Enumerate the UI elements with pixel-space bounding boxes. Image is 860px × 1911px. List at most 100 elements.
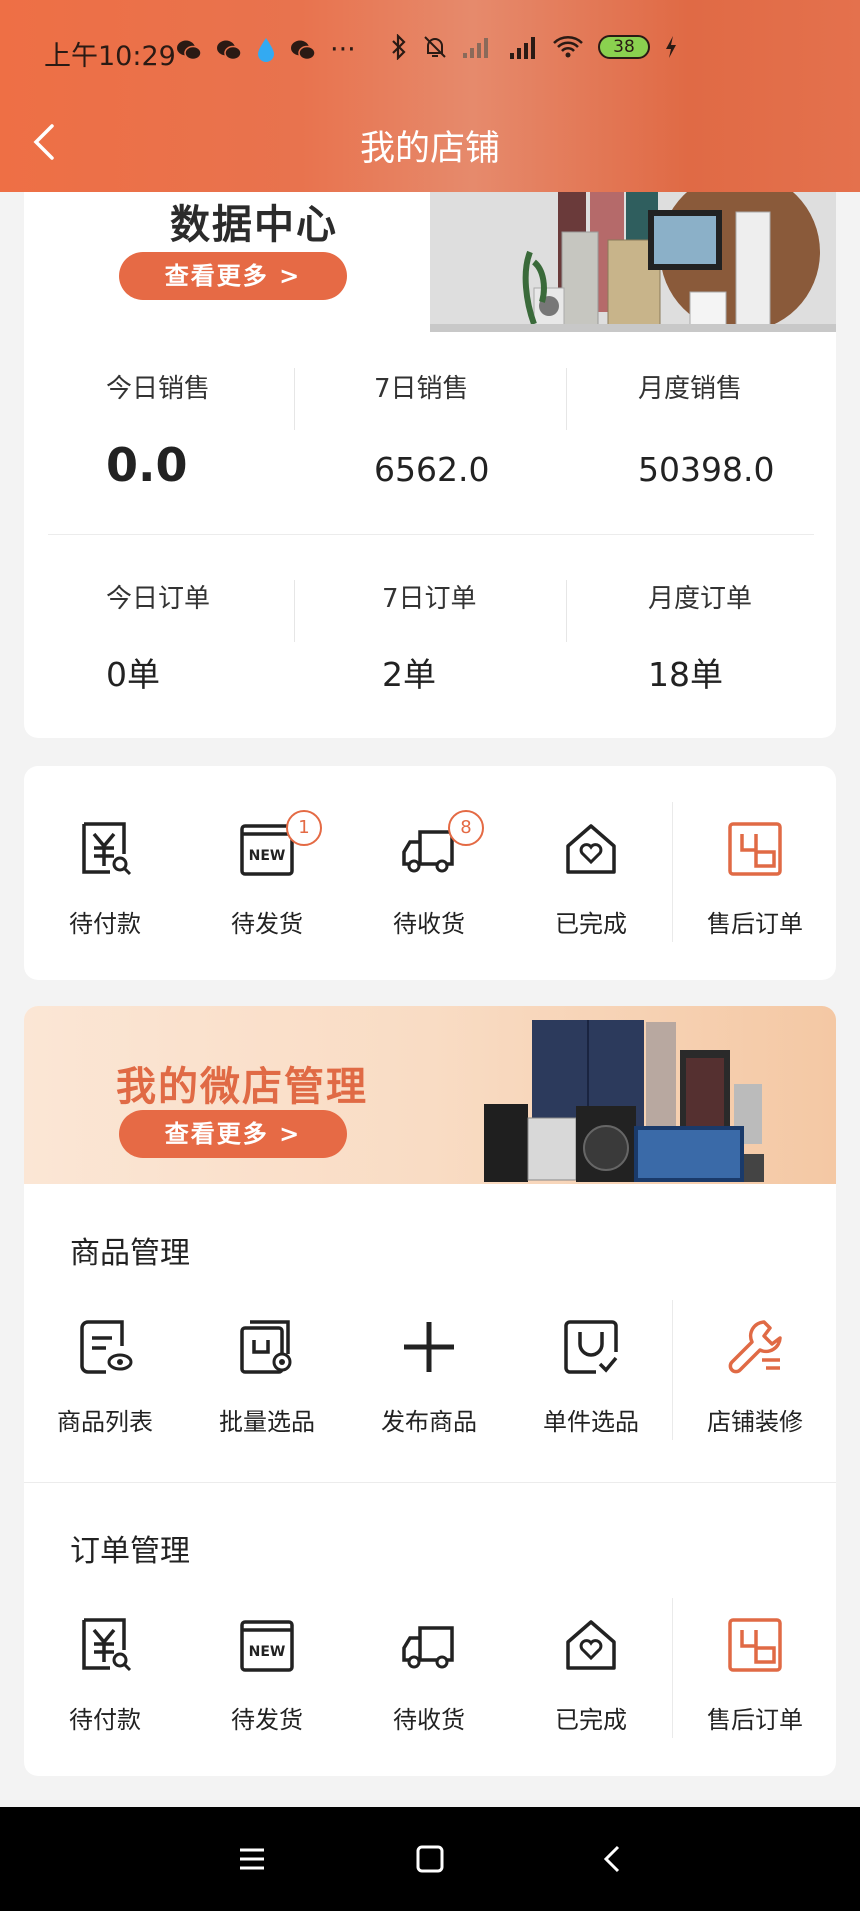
month-sales-value: 50398.0 (638, 450, 775, 489)
appliances-banner-image (430, 192, 836, 332)
batch-select-entry[interactable]: 批量选品 (186, 1318, 348, 1458)
signal-weak-icon (463, 38, 488, 58)
battery-icon: 38 (598, 35, 650, 59)
mute-bell-icon (424, 36, 446, 58)
single-select-icon (564, 1320, 618, 1374)
publish-product-entry[interactable]: 发布商品 (348, 1318, 510, 1458)
order-management-title: 订单管理 (70, 1534, 190, 1569)
mgmt-pending-shipment-label: 待发货 (231, 1706, 303, 1734)
signal-hd-icon (510, 37, 535, 59)
qq-drop-icon (258, 37, 274, 62)
truck-icon (402, 1626, 454, 1669)
pending-receipt-entry[interactable]: 8 待收货 (348, 810, 510, 960)
store-decoration-label: 店铺装修 (707, 1408, 803, 1436)
pending-payment-entry[interactable]: 待付款 (24, 820, 186, 960)
notification-icons: ··· (176, 34, 356, 65)
data-center-more-button[interactable]: 查看更多 > (119, 252, 347, 300)
week-sales-value: 6562.0 (374, 450, 490, 489)
product-list-label: 商品列表 (57, 1408, 153, 1436)
stats-card: 数据中心 查看更多 > 今日销售 7日销售 月度销售 0.0 6562.0 50… (24, 192, 836, 738)
home-icon[interactable] (414, 1843, 446, 1875)
product-list-icon (80, 1320, 133, 1374)
wechat-icon (217, 40, 242, 60)
svg-text:NEW: NEW (249, 1644, 286, 1660)
pending-receipt-badge: 8 (448, 810, 484, 846)
after-sale-icon (728, 822, 782, 876)
after-sale-icon (728, 1618, 782, 1672)
svg-text:NEW: NEW (249, 848, 286, 864)
house-heart-icon (566, 824, 616, 874)
store-management-more-button[interactable]: 查看更多 > (119, 1110, 347, 1158)
month-orders-label: 月度订单 (648, 584, 753, 614)
today-sales-label: 今日销售 (106, 374, 211, 404)
yuan-search-icon (82, 1618, 132, 1672)
mgmt-pending-receipt-entry[interactable]: 待收货 (348, 1616, 510, 1756)
today-sales-value: 0.0 (106, 438, 188, 492)
bluetooth-icon (392, 34, 406, 60)
completed-entry[interactable]: 已完成 (510, 820, 672, 960)
menu-icon[interactable] (236, 1843, 268, 1875)
pending-payment-label: 待付款 (69, 910, 141, 938)
system-status-icons: 38 (390, 34, 678, 60)
charging-icon (666, 36, 676, 58)
plus-icon (404, 1322, 454, 1372)
order-status-card: 待付款 NEW 1 待发货 8 待收货 已完成 售后订单 (24, 766, 836, 980)
more-notifications-icon: ··· (330, 34, 356, 65)
completed-label: 已完成 (555, 910, 627, 938)
week-orders-value: 2单 (382, 655, 436, 694)
wechat-icon (291, 40, 316, 60)
store-decoration-entry[interactable]: 店铺装修 (674, 1318, 836, 1458)
house-heart-icon (566, 1620, 616, 1670)
pending-receipt-label: 待收货 (393, 910, 465, 938)
app-header: 上午10:29 ··· 38 我的店铺 (0, 0, 860, 192)
week-sales-label: 7日销售 (374, 374, 469, 404)
wifi-icon (553, 36, 583, 58)
week-orders-label: 7日订单 (382, 584, 477, 614)
today-orders-label: 今日订单 (106, 584, 211, 614)
publish-product-label: 发布商品 (381, 1408, 477, 1436)
mgmt-pending-shipment-entry[interactable]: NEW 待发货 (186, 1616, 348, 1756)
product-management-title: 商品管理 (70, 1236, 190, 1271)
status-time: 上午10:29 (44, 41, 176, 72)
pending-shipment-label: 待发货 (231, 910, 303, 938)
single-select-label: 单件选品 (543, 1408, 639, 1436)
new-box-icon: NEW (240, 1620, 294, 1672)
divider (672, 1300, 673, 1440)
divider (24, 1482, 836, 1483)
pending-shipment-entry[interactable]: NEW 1 待发货 (186, 810, 348, 960)
after-sale-label: 售后订单 (707, 910, 803, 938)
data-center-title: 数据中心 (170, 202, 338, 248)
page-title: 我的店铺 (359, 129, 500, 169)
product-list-entry[interactable]: 商品列表 (24, 1318, 186, 1458)
month-orders-value: 18单 (648, 655, 723, 694)
after-sale-entry[interactable]: 售后订单 (674, 820, 836, 960)
divider (294, 580, 295, 642)
divider (566, 580, 567, 642)
store-management-card: 我的微店管理 查看更多 > 商品管理 商品列表 批量选品 发布商品 单件选品 店… (24, 1006, 836, 1776)
today-orders-value: 0单 (106, 655, 160, 694)
divider (294, 368, 295, 430)
wrench-icon (728, 1320, 782, 1374)
mgmt-after-sale-entry[interactable]: 售后订单 (674, 1616, 836, 1756)
mgmt-after-sale-label: 售后订单 (707, 1706, 803, 1734)
month-sales-label: 月度销售 (638, 374, 743, 404)
system-navigation-bar (0, 1807, 860, 1911)
batch-select-label: 批量选品 (219, 1408, 315, 1436)
mgmt-pending-receipt-label: 待收货 (393, 1706, 465, 1734)
mgmt-completed-entry[interactable]: 已完成 (510, 1616, 672, 1756)
single-select-entry[interactable]: 单件选品 (510, 1318, 672, 1458)
mgmt-pending-payment-label: 待付款 (69, 1706, 141, 1734)
status-bar: 上午10:29 ··· 38 (0, 22, 860, 82)
divider (672, 1598, 673, 1738)
divider (672, 802, 673, 942)
store-management-banner[interactable]: 我的微店管理 查看更多 > (24, 1006, 836, 1184)
pending-shipment-badge: 1 (286, 810, 322, 846)
appliances-image (484, 1020, 764, 1182)
mgmt-pending-payment-entry[interactable]: 待付款 (24, 1616, 186, 1756)
yuan-search-icon (82, 822, 132, 876)
mgmt-completed-label: 已完成 (555, 1706, 627, 1734)
divider (48, 534, 814, 535)
back-icon[interactable] (596, 1843, 628, 1875)
store-management-title: 我的微店管理 (116, 1064, 368, 1110)
batch-select-icon (240, 1320, 292, 1374)
